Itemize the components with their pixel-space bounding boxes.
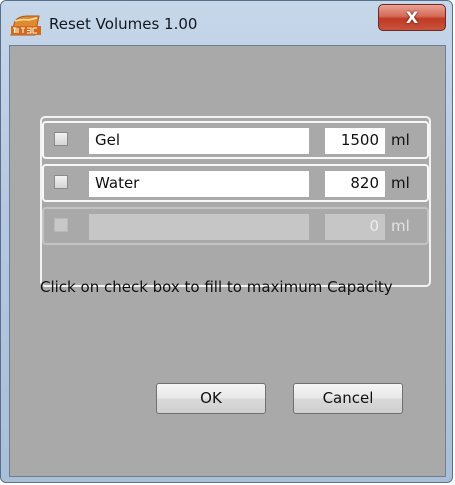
fill-checkbox: [54, 218, 68, 232]
volume-row-gel: Gel 1500 ml: [42, 121, 429, 159]
fill-checkbox[interactable]: [54, 175, 68, 189]
container-name-field[interactable]: Gel: [89, 128, 309, 154]
window-title: Reset Volumes 1.00: [49, 15, 198, 33]
hitec-logo-icon: [10, 15, 41, 36]
instruction-text: Click on check box to fill to maximum Ca…: [40, 278, 393, 296]
volume-group: Gel 1500 ml Water 820 ml 0 ml: [40, 116, 431, 287]
cancel-button[interactable]: Cancel: [293, 383, 403, 414]
unit-label: ml: [391, 217, 410, 235]
fill-checkbox[interactable]: [54, 132, 68, 146]
volume-input[interactable]: 1500: [325, 128, 385, 154]
unit-label: ml: [391, 174, 410, 192]
volume-input[interactable]: 820: [325, 171, 385, 197]
dialog-client-area: Gel 1500 ml Water 820 ml 0 ml Click on c…: [9, 45, 446, 477]
container-name-field: [89, 214, 309, 240]
close-icon: X: [405, 8, 419, 27]
title-bar[interactable]: Reset Volumes 1.00 X: [1, 1, 452, 45]
unit-label: ml: [391, 131, 410, 149]
close-button[interactable]: X: [378, 4, 446, 31]
ok-button[interactable]: OK: [156, 383, 266, 414]
container-name-field[interactable]: Water: [89, 171, 309, 197]
volume-row-water: Water 820 ml: [42, 164, 429, 202]
volume-row-empty: 0 ml: [42, 207, 429, 245]
dialog-window: Reset Volumes 1.00 X Gel 1500 ml Water 8…: [0, 0, 453, 483]
volume-input: 0: [325, 214, 385, 240]
